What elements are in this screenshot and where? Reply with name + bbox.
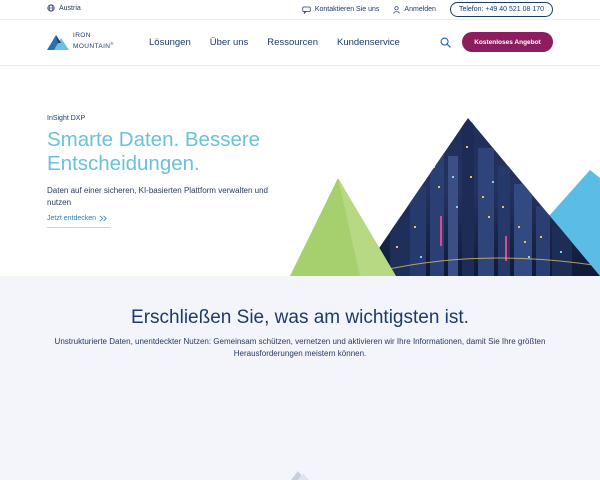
- logo-line-1: IRON: [73, 32, 91, 39]
- section-text: Unstrukturierte Daten, unentdeckter Nutz…: [54, 337, 546, 358]
- hero-headline: Smarte Daten. Bessere Entscheidungen.: [47, 128, 261, 175]
- menu-item-ueber-uns[interactable]: Über uns: [210, 37, 249, 48]
- contact-label: Kontaktieren Sie uns: [314, 6, 380, 13]
- intro-section: Erschließen Sie, was am wichtigsten ist.…: [0, 276, 600, 480]
- logo-wordmark: IRON MOUNTAIN®: [73, 32, 114, 50]
- menu-item-loesungen[interactable]: Lösungen: [149, 37, 191, 48]
- phone-button[interactable]: Telefon: +49 40 521 08 170: [449, 2, 553, 17]
- region-selector[interactable]: Austria: [47, 4, 81, 12]
- hero-subtext: Daten auf einer sicheren, KI-basierten P…: [47, 186, 269, 207]
- hero-eyebrow: InSight DXP: [47, 115, 86, 122]
- logo-line-2-text: MOUNTAIN: [73, 42, 111, 50]
- decorative-mountain-icon: [291, 471, 309, 480]
- menu-item-ressourcen[interactable]: Ressourcen: [267, 37, 318, 48]
- search-icon: [440, 37, 451, 48]
- logo[interactable]: IRON MOUNTAIN®: [47, 32, 114, 51]
- menu-item-kundenservice[interactable]: Kundenservice: [337, 37, 400, 48]
- chat-icon: [302, 6, 311, 14]
- primary-menu: Lösungen Über uns Ressourcen Kundenservi…: [149, 37, 400, 48]
- main-navigation: IRON MOUNTAIN® Lösungen Über uns Ressour…: [0, 20, 600, 66]
- user-icon: [393, 5, 401, 14]
- chevron-right-icon: [99, 215, 107, 222]
- discover-label: Jetzt entdecken: [47, 215, 97, 222]
- logo-line-2: MOUNTAIN®: [73, 40, 114, 51]
- login-link[interactable]: Anmelden: [393, 5, 436, 14]
- hero-section: InSight DXP Smarte Daten. Bessere Entsch…: [0, 66, 600, 276]
- logo-mark-icon: [47, 35, 69, 51]
- registered-mark: ®: [110, 40, 114, 46]
- discover-link[interactable]: Jetzt entdecken: [47, 215, 108, 222]
- utility-bar: Austria Kontaktieren Sie uns Anmelden Te…: [0, 0, 600, 20]
- search-button[interactable]: [440, 35, 451, 53]
- section-title: Erschließen Sie, was am wichtigsten ist.: [131, 307, 469, 328]
- discover-underline: [47, 227, 111, 228]
- contact-link[interactable]: Kontaktieren Sie uns: [302, 6, 380, 14]
- free-quote-button[interactable]: Kostenloses Angebot: [462, 32, 553, 52]
- globe-icon: [47, 4, 55, 12]
- login-label: Anmelden: [404, 6, 436, 13]
- region-label: Austria: [59, 4, 81, 12]
- hero-city-image: [290, 118, 600, 276]
